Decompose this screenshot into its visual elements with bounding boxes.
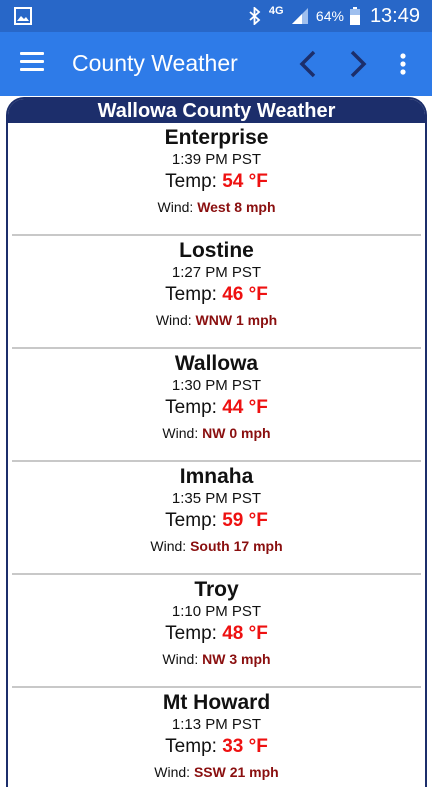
status-icons: 4G 64% 13:49	[248, 0, 420, 32]
hamburger-line	[20, 52, 44, 55]
temperature-label: Temp:	[165, 397, 217, 418]
wind-label: Wind:	[150, 538, 187, 554]
hamburger-line	[20, 68, 44, 71]
station-name: Troy	[194, 578, 239, 601]
station-card-imnaha[interactable]: Imnaha 1:35 PM PST Temp: 59 °F Wind: Sou…	[8, 462, 425, 575]
wind-value: WNW 1 mph	[195, 312, 278, 328]
wind-value: SSW 21 mph	[193, 764, 279, 780]
station-name: Mt Howard	[162, 691, 271, 714]
gallery-icon	[14, 7, 32, 25]
station-name: Imnaha	[179, 465, 254, 488]
network-type-indicator: 4G	[268, 5, 284, 26]
battery-percentage: 64%	[315, 8, 344, 24]
wind-label: Wind:	[162, 651, 199, 667]
hamburger-line	[20, 60, 44, 63]
temperature-row: Temp: 33 °F	[8, 733, 425, 761]
observation-time: 1:35 PM PST	[171, 490, 262, 507]
wind-row: Wind: WNW 1 mph	[8, 309, 425, 329]
panel-header: Wallowa County Weather	[8, 99, 425, 123]
temperature-value: 44 °F	[222, 397, 268, 418]
station-name: Enterprise	[164, 126, 269, 149]
station-card-wallowa[interactable]: Wallowa 1:30 PM PST Temp: 44 °F Wind: NW…	[8, 349, 425, 462]
wind-row: Wind: NW 3 mph	[8, 648, 425, 668]
wind-label: Wind:	[155, 312, 192, 328]
station-card-lostine[interactable]: Lostine 1:27 PM PST Temp: 46 °F Wind: WN…	[8, 236, 425, 349]
station-card-troy[interactable]: Troy 1:10 PM PST Temp: 48 °F Wind: NW 3 …	[8, 575, 425, 688]
observation-time: 1:13 PM PST	[171, 716, 262, 733]
more-vert-icon[interactable]	[392, 50, 414, 78]
temperature-label: Temp:	[165, 736, 217, 757]
battery-icon	[349, 7, 360, 25]
wind-label: Wind:	[162, 425, 199, 441]
temperature-label: Temp:	[165, 510, 217, 531]
chevron-left-icon[interactable]	[296, 48, 320, 80]
wind-value: South 17 mph	[190, 538, 283, 554]
temperature-value: 46 °F	[222, 284, 268, 305]
temperature-value: 48 °F	[222, 623, 268, 644]
clock: 13:49	[369, 4, 420, 27]
menu-button[interactable]	[20, 52, 46, 76]
wind-row: Wind: South 17 mph	[8, 535, 425, 555]
temperature-value: 54 °F	[222, 171, 268, 192]
network-type-label: 4G	[268, 5, 284, 17]
temperature-value: 59 °F	[222, 510, 268, 531]
temperature-row: Temp: 48 °F	[8, 620, 425, 648]
bluetooth-icon	[249, 7, 261, 25]
observation-time: 1:10 PM PST	[171, 603, 262, 620]
wind-row: Wind: West 8 mph	[8, 196, 425, 216]
station-card-enterprise[interactable]: Enterprise 1:39 PM PST Temp: 54 °F Wind:…	[8, 123, 425, 236]
county-weather-panel: Wallowa County Weather Enterprise 1:39 P…	[6, 97, 427, 787]
wind-value: NW 3 mph	[202, 651, 271, 667]
app-title: County Weather	[72, 50, 238, 76]
station-name: Lostine	[179, 239, 254, 262]
station-card-mt-howard[interactable]: Mt Howard 1:13 PM PST Temp: 33 °F Wind: …	[8, 688, 425, 787]
temperature-row: Temp: 44 °F	[8, 394, 425, 422]
observation-time: 1:39 PM PST	[171, 151, 262, 168]
app-bar: County Weather	[0, 32, 432, 96]
temperature-label: Temp:	[165, 284, 217, 305]
signal-strength-icon	[291, 8, 308, 24]
wind-value: NW 0 mph	[202, 425, 271, 441]
chevron-right-icon[interactable]	[346, 48, 370, 80]
wind-label: Wind:	[157, 199, 194, 215]
wind-row: Wind: SSW 21 mph	[8, 761, 425, 781]
temperature-row: Temp: 46 °F	[8, 281, 425, 309]
wind-value: West 8 mph	[197, 199, 276, 215]
wind-row: Wind: NW 0 mph	[8, 422, 425, 442]
station-name: Wallowa	[174, 352, 259, 375]
temperature-row: Temp: 59 °F	[8, 507, 425, 535]
wind-label: Wind:	[154, 764, 191, 780]
status-bar: 4G 64% 13:49	[0, 0, 432, 32]
temperature-row: Temp: 54 °F	[8, 168, 425, 196]
observation-time: 1:27 PM PST	[171, 264, 262, 281]
observation-time: 1:30 PM PST	[171, 377, 262, 394]
temperature-label: Temp:	[165, 171, 217, 192]
temperature-label: Temp:	[165, 623, 217, 644]
temperature-value: 33 °F	[222, 736, 268, 757]
